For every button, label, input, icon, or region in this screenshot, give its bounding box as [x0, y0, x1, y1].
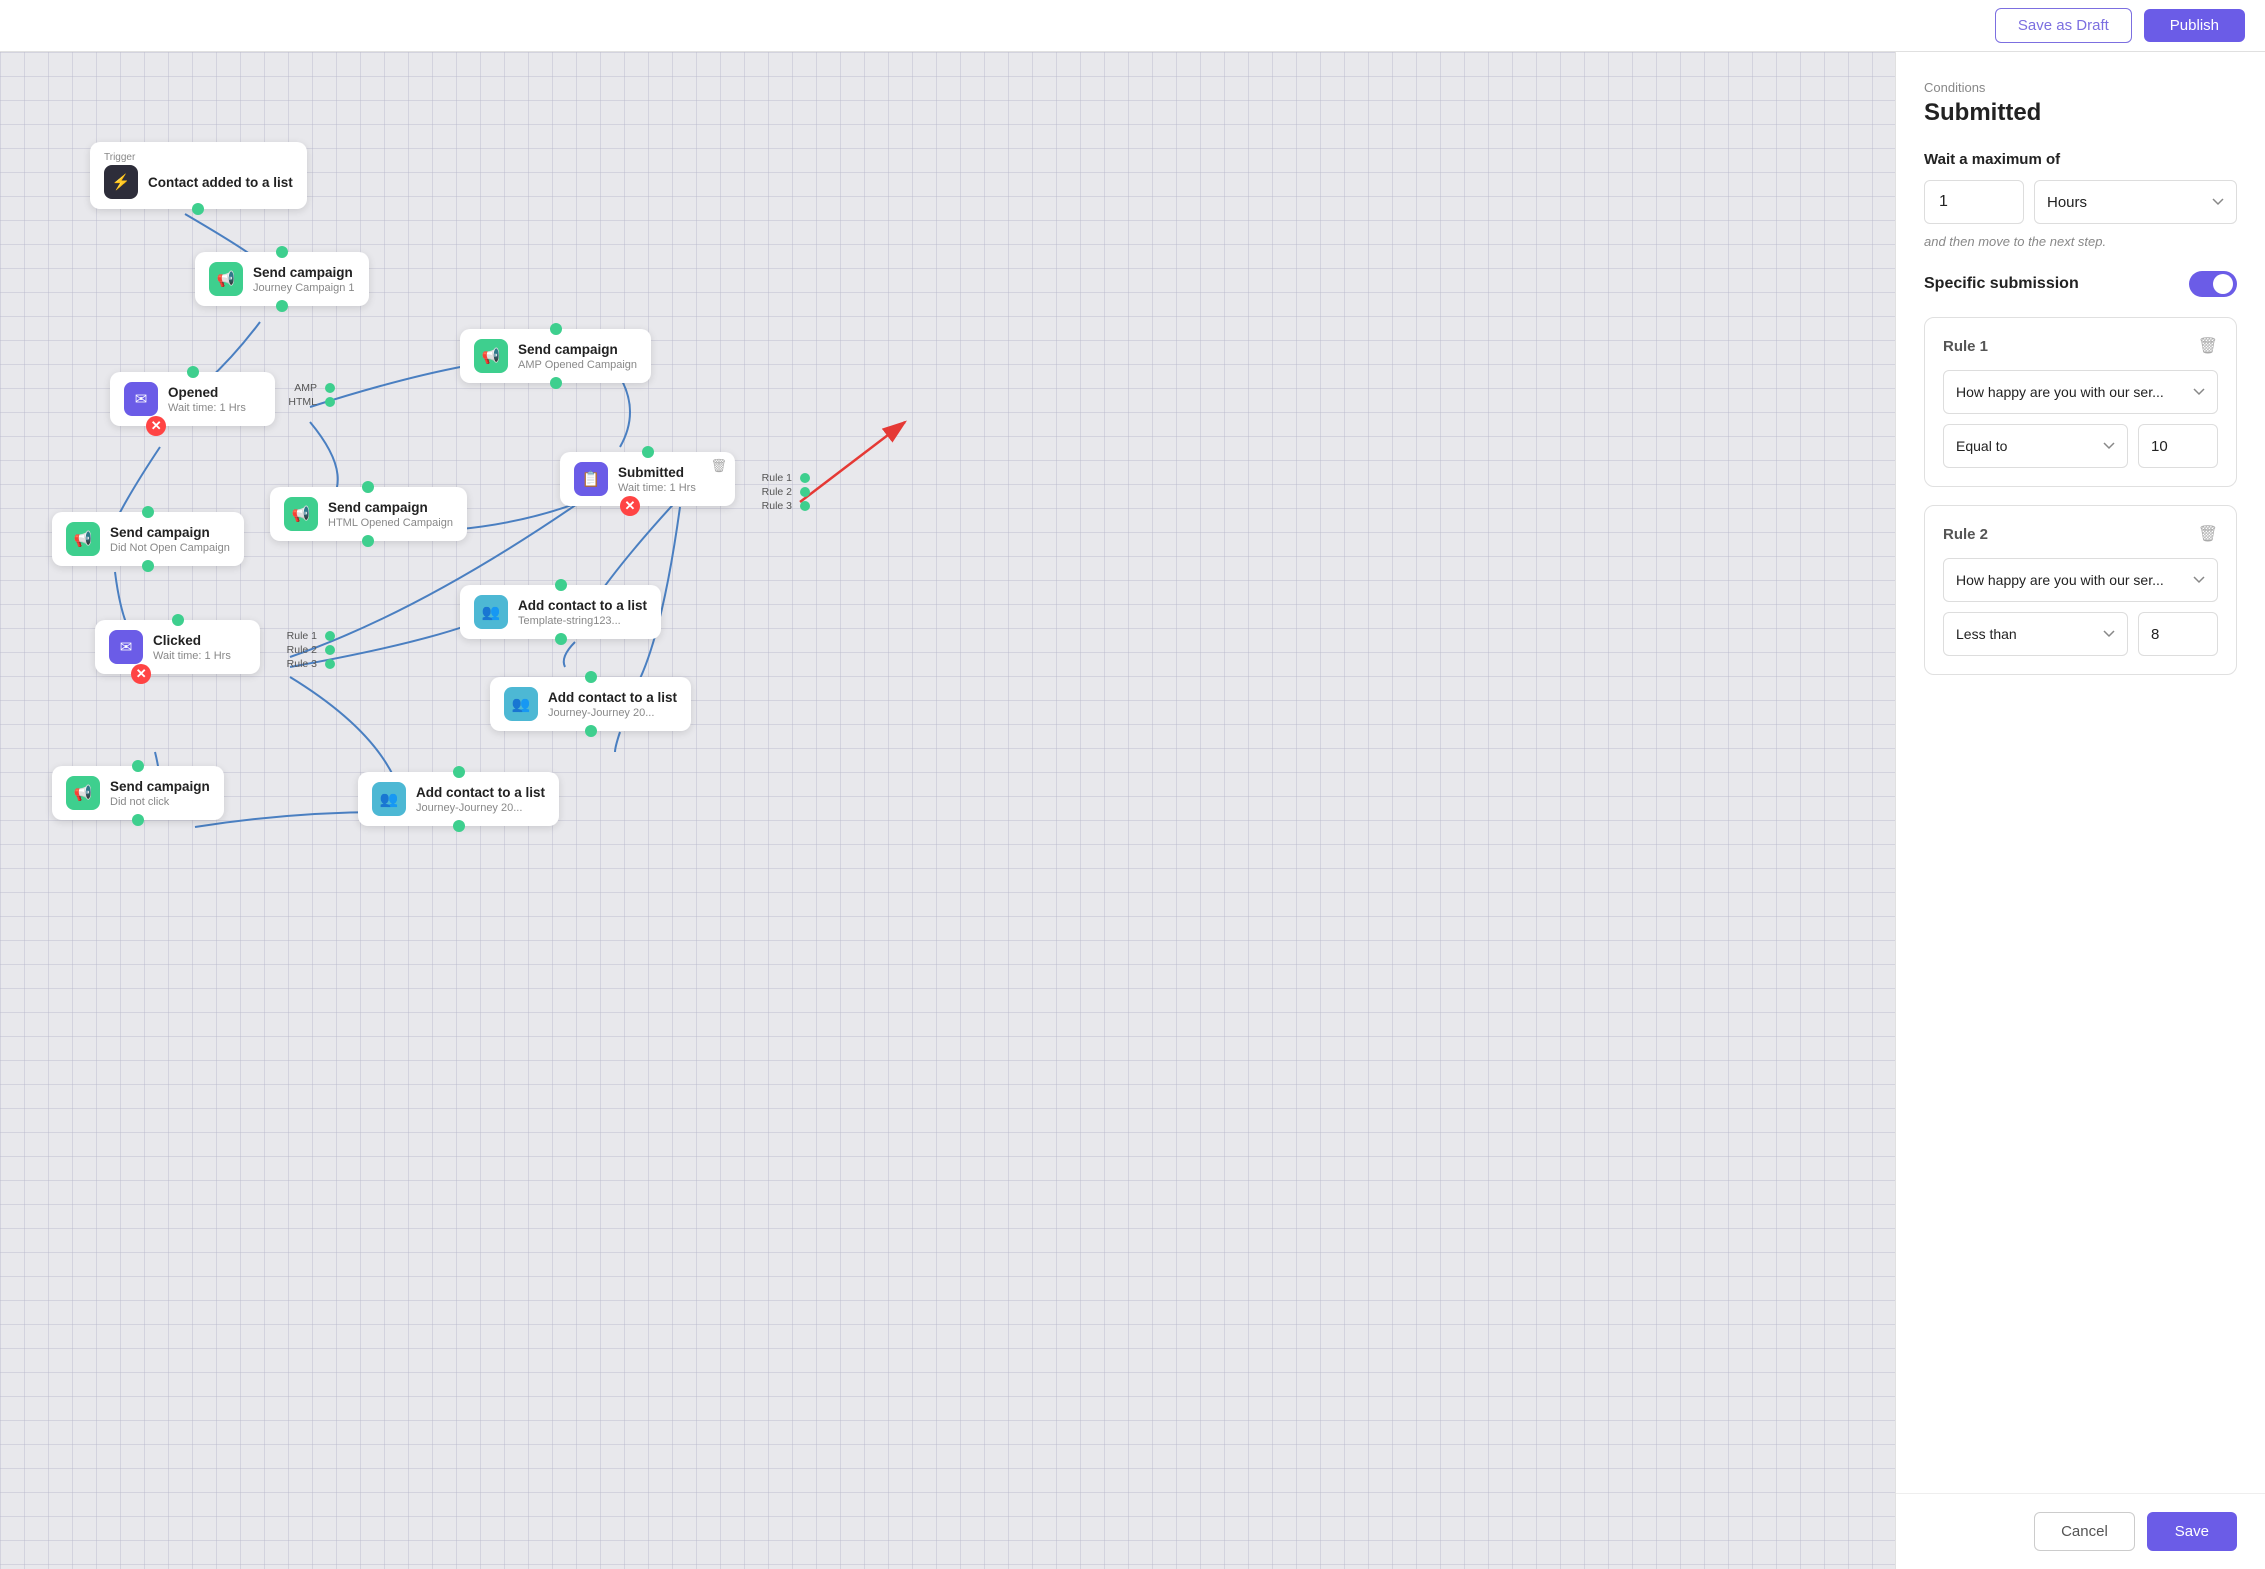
topbar: Save as Draft Publish [0, 0, 2265, 52]
submitted-node[interactable]: 🗑 📋 Submitted Wait time: 1 Hrs Rule 1 Ru… [560, 452, 735, 506]
send-not-click-subtitle: Did not click [110, 796, 210, 808]
send-not-open-subtitle: Did Not Open Campaign [110, 542, 230, 554]
specific-submission-row: Specific submission [1924, 271, 2237, 297]
send-amp-icon: 📢 [474, 339, 508, 373]
rule-2-condition-select[interactable]: Equal to Less than Greater than Not equa… [1943, 612, 2128, 656]
add-list-1-icon: 👥 [474, 595, 508, 629]
add-list-1-title: Add contact to a list [518, 598, 647, 613]
specific-submission-toggle[interactable] [2189, 271, 2237, 297]
send-not-click-title: Send campaign [110, 779, 210, 794]
rule-2-card: Rule 2 🗑 How happy are you with our ser.… [1924, 505, 2237, 675]
send-html-icon: 📢 [284, 497, 318, 531]
add-list-3-title: Add contact to a list [416, 785, 545, 800]
add-list-1-node[interactable]: 👥 Add contact to a list Template-string1… [460, 585, 661, 639]
add-list-2-title: Add contact to a list [548, 690, 677, 705]
rule-2-delete-icon[interactable]: 🗑 [2198, 524, 2218, 544]
wait-unit-select[interactable]: Hours Minutes Days [2034, 180, 2237, 224]
clicked-title: Clicked [153, 633, 231, 648]
trigger-node[interactable]: Trigger ⚡ Contact added to a list [90, 142, 307, 209]
rule-1-condition-select[interactable]: Equal to Less than Greater than Not equa… [1943, 424, 2128, 468]
send-not-click-node[interactable]: 📢 Send campaign Did not click [52, 766, 224, 820]
rule-1-value-input[interactable] [2138, 424, 2218, 468]
specific-label: Specific submission [1924, 275, 2079, 293]
send-amp-title: Send campaign [518, 342, 637, 357]
opened-node[interactable]: ✉ Opened Wait time: 1 Hrs AMP HTML ✕ [110, 372, 275, 426]
cancel-button[interactable]: Cancel [2034, 1512, 2135, 1551]
send-not-click-icon: 📢 [66, 776, 100, 810]
submitted-delete-icon[interactable]: 🗑 [710, 458, 727, 474]
right-panel: Conditions Submitted Wait a maximum of H… [1895, 52, 2265, 1569]
send-not-open-node[interactable]: 📢 Send campaign Did Not Open Campaign [52, 512, 244, 566]
submitted-subtitle: Wait time: 1 Hrs [618, 482, 696, 494]
panel-footer: Cancel Save [1896, 1493, 2265, 1569]
send-html-node[interactable]: 📢 Send campaign HTML Opened Campaign [270, 487, 467, 541]
opened-icon: ✉ [124, 382, 158, 416]
submitted-title: Submitted [618, 465, 696, 480]
clicked-node[interactable]: ✉ Clicked Wait time: 1 Hrs Rule 1 Rule 2… [95, 620, 260, 674]
add-list-3-node[interactable]: 👥 Add contact to a list Journey-Journey … [358, 772, 559, 826]
save-button[interactable]: Save [2147, 1512, 2237, 1551]
rule-1-question-select[interactable]: How happy are you with our ser... [1943, 370, 2218, 414]
add-list-3-icon: 👥 [372, 782, 406, 816]
rule-2-title: Rule 2 [1943, 526, 1988, 543]
trigger-title: Contact added to a list [148, 175, 293, 190]
add-list-2-subtitle: Journey-Journey 20... [548, 707, 677, 719]
hint-text: and then move to the next step. [1924, 234, 2237, 249]
rule-1-delete-icon[interactable]: 🗑 [2198, 336, 2218, 356]
add-list-2-icon: 👥 [504, 687, 538, 721]
submitted-icon: 📋 [574, 462, 608, 496]
panel-title: Submitted [1924, 99, 2237, 127]
opened-subtitle: Wait time: 1 Hrs [168, 402, 246, 414]
send-not-open-icon: 📢 [66, 522, 100, 556]
wait-row: Hours Minutes Days [1924, 180, 2237, 224]
send-not-open-title: Send campaign [110, 525, 230, 540]
rule-2-value-input[interactable] [2138, 612, 2218, 656]
send-campaign-1-node[interactable]: 📢 Send campaign Journey Campaign 1 [195, 252, 369, 306]
panel-section-label: Conditions [1924, 80, 2237, 95]
rule-2-question-select[interactable]: How happy are you with our ser... [1943, 558, 2218, 602]
add-list-2-node[interactable]: 👥 Add contact to a list Journey-Journey … [490, 677, 691, 731]
clicked-subtitle: Wait time: 1 Hrs [153, 650, 231, 662]
main-layout: Trigger ⚡ Contact added to a list 📢 Send… [0, 52, 2265, 1569]
send-html-title: Send campaign [328, 500, 453, 515]
publish-button[interactable]: Publish [2144, 9, 2245, 42]
clicked-icon: ✉ [109, 630, 143, 664]
rule-1-title: Rule 1 [1943, 338, 1988, 355]
trigger-icon: ⚡ [104, 165, 138, 199]
rule-1-card: Rule 1 🗑 How happy are you with our ser.… [1924, 317, 2237, 487]
send-amp-subtitle: AMP Opened Campaign [518, 359, 637, 371]
send1-title: Send campaign [253, 265, 355, 280]
send1-icon: 📢 [209, 262, 243, 296]
trigger-label: Trigger [104, 152, 293, 163]
wait-value-input[interactable] [1924, 180, 2024, 224]
send-html-subtitle: HTML Opened Campaign [328, 517, 453, 529]
save-draft-button[interactable]: Save as Draft [1995, 8, 2132, 43]
wait-label: Wait a maximum of [1924, 151, 2237, 168]
add-list-1-subtitle: Template-string123... [518, 615, 647, 627]
add-list-3-subtitle: Journey-Journey 20... [416, 802, 545, 814]
send-amp-node[interactable]: 📢 Send campaign AMP Opened Campaign [460, 329, 651, 383]
workflow-canvas[interactable]: Trigger ⚡ Contact added to a list 📢 Send… [0, 52, 1895, 1569]
opened-title: Opened [168, 385, 246, 400]
send1-subtitle: Journey Campaign 1 [253, 282, 355, 294]
